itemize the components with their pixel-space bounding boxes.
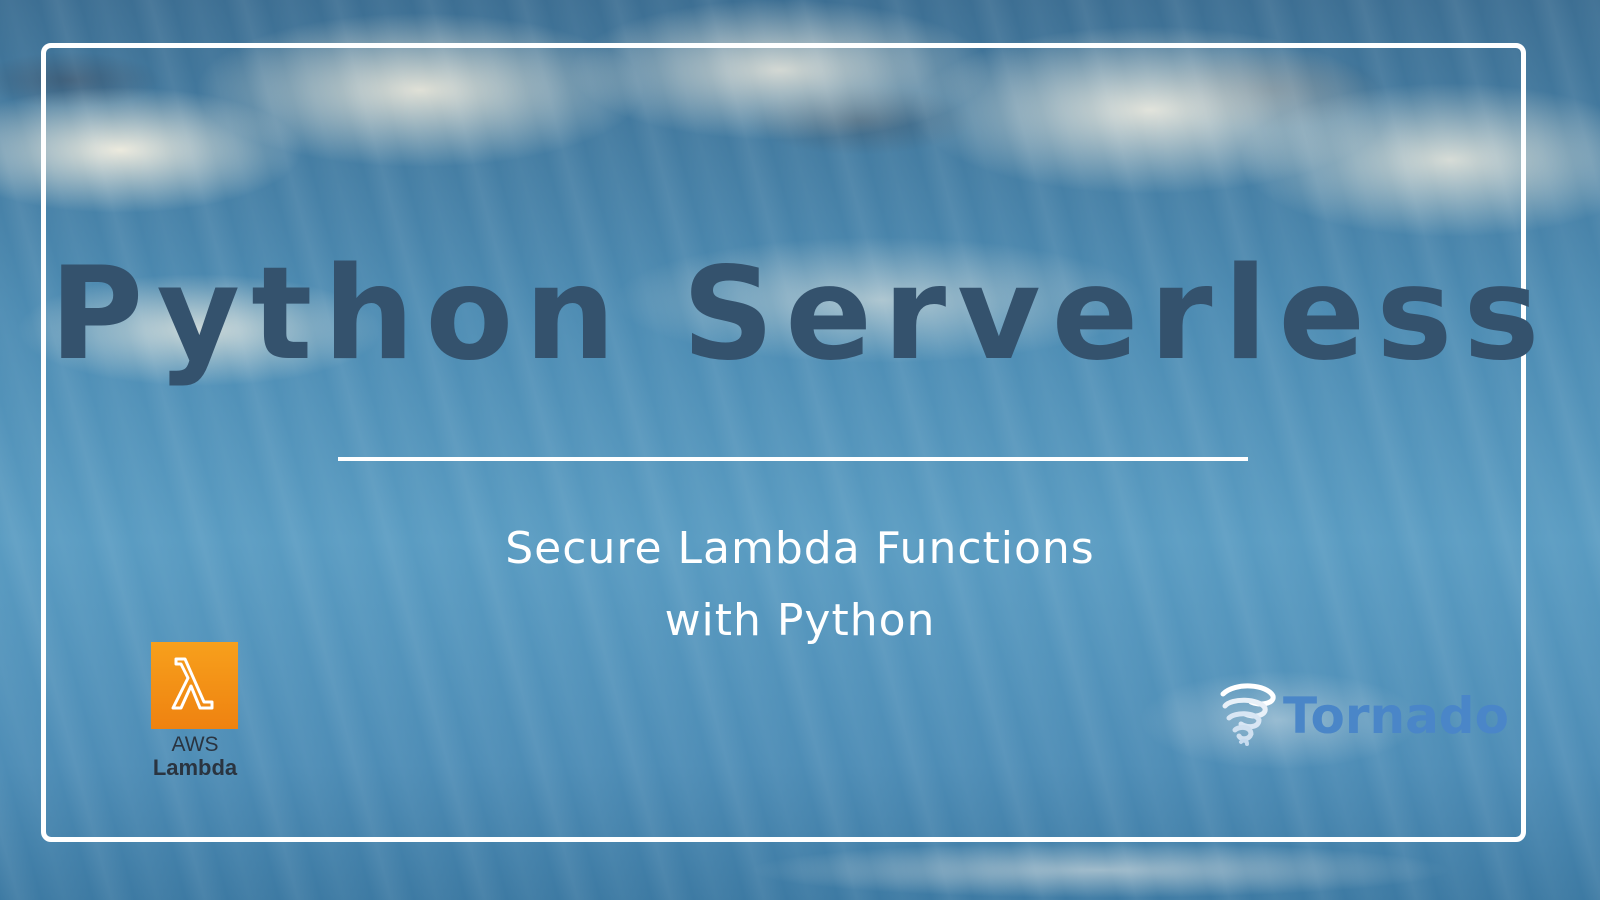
aws-lambda-logo: AWS Lambda	[140, 642, 250, 782]
banner: Python Serverless Secure Lambda Function…	[0, 0, 1600, 900]
tornado-label: Tornado	[1283, 687, 1509, 745]
subtitle-line-1: Secure Lambda Functions	[505, 523, 1095, 574]
aws-label: AWS	[171, 733, 219, 756]
lambda-label: Lambda	[152, 755, 238, 780]
banner-title: Python Serverless	[49, 240, 1551, 389]
tornado-icon	[1220, 683, 1276, 746]
lambda-icon	[151, 642, 238, 729]
tornado-logo: Tornado	[1215, 676, 1509, 756]
divider-line	[338, 457, 1248, 461]
